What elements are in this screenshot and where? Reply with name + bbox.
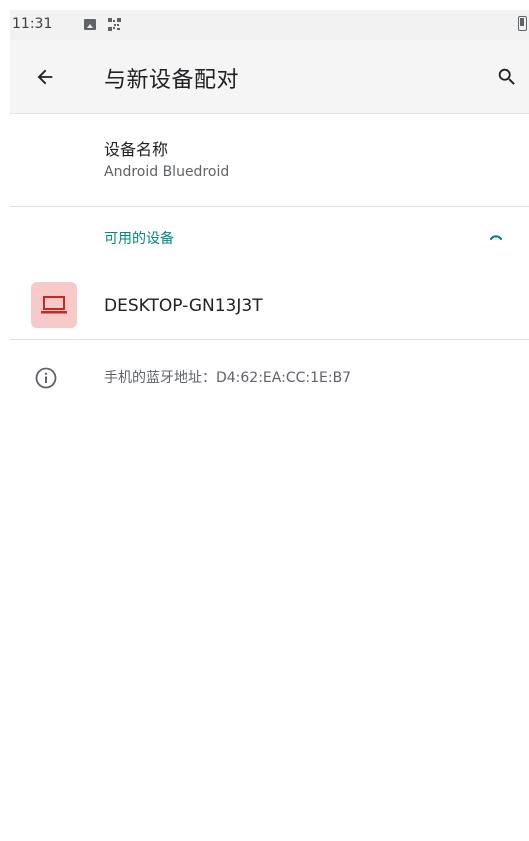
search-button[interactable] [492,62,522,92]
qr-notification-icon [108,18,121,31]
loading-spinner-icon [489,235,503,241]
back-button[interactable] [30,62,60,92]
status-time: 11:31 [12,16,53,32]
device-icon-box [31,282,77,328]
device-name-title: 设备名称 [104,140,169,159]
arrow-back-icon [37,69,53,85]
device-list-item[interactable]: DESKTOP-GN13J3T [10,272,529,340]
info-icon [35,367,57,389]
device-name-setting[interactable]: 设备名称 Android Bluedroid [10,114,529,207]
battery-icon [518,16,527,31]
bluetooth-address-text: 手机的蓝牙地址：D4:62:EA:CC:1E:B7 [104,370,352,386]
image-notification-icon [84,19,96,30]
page-title: 与新设备配对 [104,68,240,93]
device-name-label: DESKTOP-GN13J3T [104,296,263,316]
search-icon [498,68,515,85]
app-bar: 与新设备配对 [10,40,529,114]
available-devices-header: 可用的设备 [104,231,174,247]
laptop-icon [41,296,67,314]
device-name-value: Android Bluedroid [104,164,230,180]
status-bar: 11:31 [10,10,529,40]
screen: 11:31 与新设备配对 设备名称 Android Bluedroid 可用的设… [10,10,529,841]
